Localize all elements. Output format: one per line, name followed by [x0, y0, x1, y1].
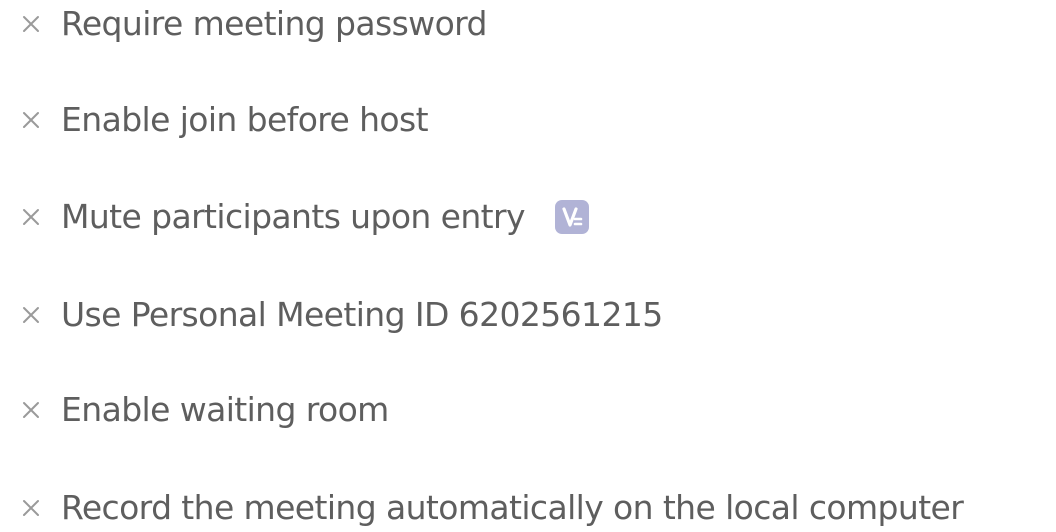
- x-icon: [18, 11, 44, 37]
- option-mute-participants-upon-entry: Mute participants upon entry: [18, 193, 589, 241]
- x-icon: [18, 302, 44, 328]
- option-enable-waiting-room: Enable waiting room: [18, 386, 389, 434]
- x-icon: [18, 495, 44, 521]
- pro-badge-icon[interactable]: [554, 200, 589, 234]
- option-label: Enable join before host: [61, 100, 429, 139]
- x-icon: [18, 107, 44, 133]
- x-icon: [18, 397, 44, 423]
- option-record-meeting-automatically: Record the meeting automatically on the …: [18, 484, 964, 532]
- option-require-meeting-password: Require meeting password: [18, 0, 488, 48]
- option-label: Use Personal Meeting ID 6202561215: [61, 295, 663, 334]
- option-label: Enable waiting room: [61, 390, 389, 429]
- option-enable-join-before-host: Enable join before host: [18, 96, 429, 144]
- option-label: Record the meeting automatically on the …: [61, 488, 964, 527]
- x-icon: [18, 204, 44, 230]
- option-label: Require meeting password: [61, 4, 488, 43]
- option-use-personal-meeting-id: Use Personal Meeting ID 6202561215: [18, 291, 663, 339]
- option-label: Mute participants upon entry: [61, 197, 526, 236]
